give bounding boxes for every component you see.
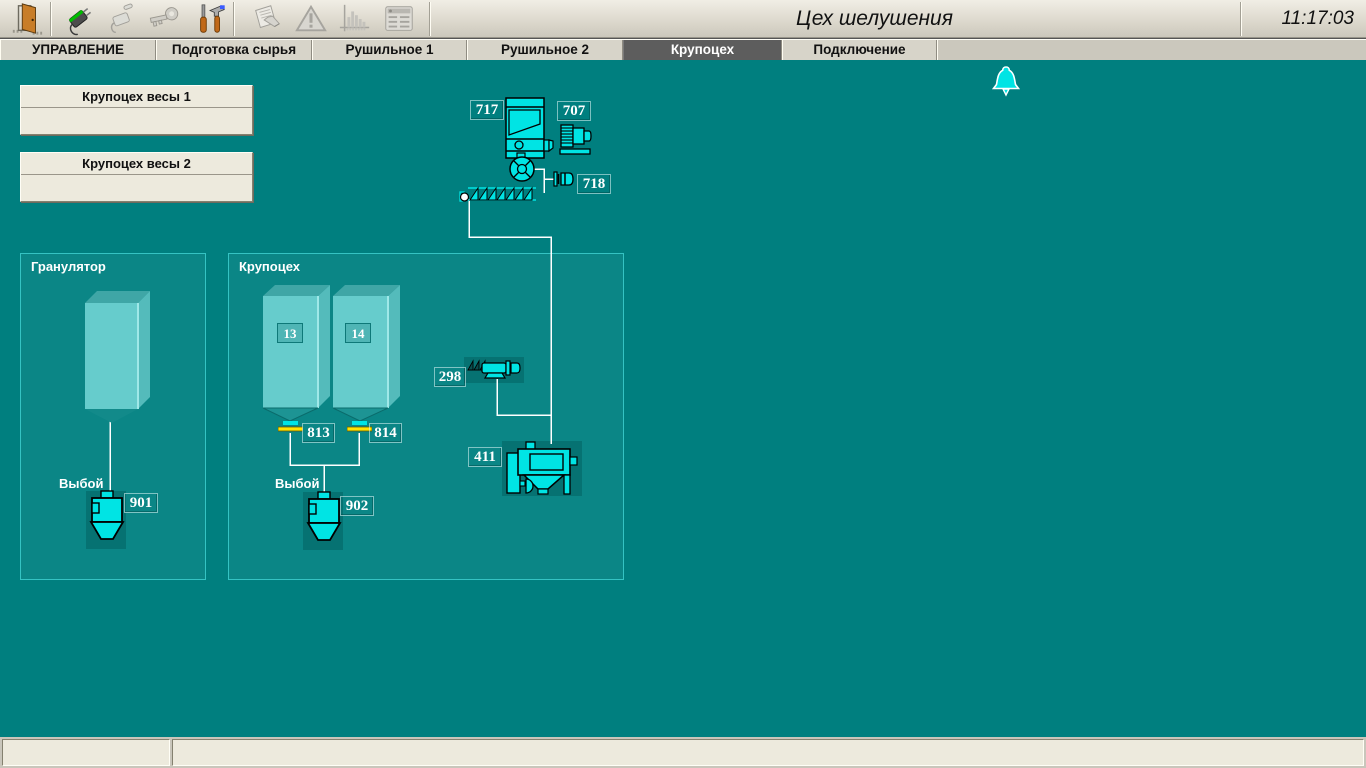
screw-conveyor xyxy=(458,184,538,204)
label-298[interactable]: 298 xyxy=(434,367,466,387)
rotary-valve-717 xyxy=(508,155,536,183)
disconnect-plug-icon xyxy=(105,2,139,36)
disconnect-button[interactable] xyxy=(101,1,143,37)
warning-triangle-icon xyxy=(294,2,328,36)
vyboy-label-2: Выбой xyxy=(275,476,319,491)
label-717[interactable]: 717 xyxy=(470,100,504,120)
label-813[interactable]: 813 xyxy=(302,423,335,443)
toolbar: Цех шелушения 11:17:03 xyxy=(0,0,1366,38)
table-button[interactable] xyxy=(378,1,420,37)
label-901[interactable]: 901 xyxy=(124,493,158,513)
silo-13-number: 13 xyxy=(277,323,303,343)
weigher-1-title: Крупоцех весы 1 xyxy=(21,86,252,108)
status-bar xyxy=(0,737,1366,768)
clock-display: 11:17:03 xyxy=(1241,0,1366,38)
tab-podkluchenie[interactable]: Подключение xyxy=(782,40,937,61)
silo-13 xyxy=(260,284,332,426)
weigher-1-value xyxy=(21,108,252,134)
motor-707 xyxy=(558,122,594,156)
connect-plug-icon xyxy=(62,2,96,36)
silo-granulator xyxy=(82,289,152,425)
label-902[interactable]: 902 xyxy=(340,496,374,516)
tab-upravlenie[interactable]: УПРАВЛЕНИЕ xyxy=(0,40,156,61)
weigher-2-value xyxy=(21,175,252,201)
label-718[interactable]: 718 xyxy=(577,174,611,194)
cyclone-902 xyxy=(305,491,343,549)
report-icon xyxy=(250,2,284,36)
page-title: Цех шелушения xyxy=(429,0,1240,38)
tab-bar: УПРАВЛЕНИЕ Подготовка сырья Рушильное 1 … xyxy=(0,39,1366,60)
status-cell-left xyxy=(2,739,170,766)
status-cell-right xyxy=(172,739,1364,766)
label-814[interactable]: 814 xyxy=(369,423,402,443)
label-707[interactable]: 707 xyxy=(557,101,591,121)
vyboy-label-1: Выбой xyxy=(59,476,103,491)
machine-411 xyxy=(504,441,580,497)
trends-button[interactable] xyxy=(334,1,376,37)
feeder-298 xyxy=(466,358,524,384)
alarms-button[interactable] xyxy=(290,1,332,37)
trends-chart-icon xyxy=(338,2,372,36)
weigher-panel-2: Крупоцех весы 2 xyxy=(20,152,253,202)
tab-podgotovka-syrya[interactable]: Подготовка сырья xyxy=(156,40,312,61)
key-button[interactable] xyxy=(144,1,186,37)
toolbar-divider xyxy=(50,2,51,36)
scada-window: Цех шелушения 11:17:03 УПРАВЛЕНИЕ Подгот… xyxy=(0,0,1366,768)
valve-813[interactable] xyxy=(278,421,303,433)
tab-rushilnoe-1[interactable]: Рушильное 1 xyxy=(312,40,467,61)
toolbar-divider xyxy=(233,2,234,36)
machine-717 xyxy=(504,97,554,161)
mimic-canvas: Гранулятор Крупоцех Крупоцех весы 1 xyxy=(0,60,1366,737)
report-button[interactable] xyxy=(246,1,288,37)
tools-button[interactable] xyxy=(190,1,232,37)
drive-718 xyxy=(552,169,576,189)
tab-rushilnoe-2[interactable]: Рушильное 2 xyxy=(467,40,623,61)
tools-icon xyxy=(194,2,228,36)
exit-button[interactable] xyxy=(6,1,48,37)
weigher-panel-1: Крупоцех весы 1 xyxy=(20,85,253,135)
cyclone-901 xyxy=(88,490,126,548)
weigher-2-title: Крупоцех весы 2 xyxy=(21,153,252,175)
tab-krupoceh[interactable]: Крупоцех xyxy=(623,40,782,61)
data-table-icon xyxy=(382,2,416,36)
silo-14-number: 14 xyxy=(345,323,371,343)
door-icon xyxy=(10,2,44,36)
tab-bar-filler xyxy=(937,40,1366,60)
alarm-bell-button[interactable] xyxy=(992,65,1020,99)
connect-button[interactable] xyxy=(58,1,100,37)
silo-14 xyxy=(330,284,402,426)
label-411[interactable]: 411 xyxy=(468,447,502,467)
bell-icon xyxy=(992,65,1020,99)
key-icon xyxy=(148,2,182,36)
